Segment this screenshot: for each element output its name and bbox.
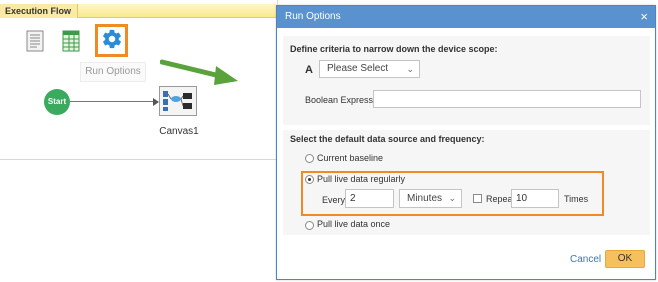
run-options-tooltip: Run Options bbox=[80, 62, 146, 82]
current-baseline-radio[interactable] bbox=[305, 154, 314, 163]
gear-icon bbox=[101, 28, 123, 53]
repeat-count-input[interactable]: 10 bbox=[511, 189, 559, 208]
execution-flow-tab[interactable]: Execution Flow bbox=[0, 4, 79, 18]
data-source-title: Select the default data source and frequ… bbox=[290, 134, 485, 144]
every-input[interactable]: 2 bbox=[345, 189, 394, 208]
pointer-arrow-icon bbox=[160, 59, 238, 85]
pull-live-once-radio[interactable] bbox=[305, 221, 314, 230]
device-scope-title: Define criteria to narrow down the devic… bbox=[290, 44, 498, 54]
boolean-expression-input[interactable] bbox=[373, 90, 641, 108]
cancel-button[interactable]: Cancel bbox=[570, 254, 601, 265]
times-label: Times bbox=[564, 194, 589, 204]
dialog-title: Run Options bbox=[277, 6, 655, 28]
run-options-button[interactable] bbox=[95, 24, 128, 57]
chevron-down-icon: ⌄ bbox=[406, 64, 414, 74]
current-baseline-label: Current baseline bbox=[317, 153, 384, 163]
ok-button[interactable]: OK bbox=[605, 250, 645, 268]
repeat-checkbox[interactable] bbox=[473, 194, 482, 203]
canvas-node[interactable] bbox=[159, 86, 197, 116]
spreadsheet-icon[interactable] bbox=[62, 30, 84, 54]
interval-unit-select[interactable]: Minutes ⌄ bbox=[399, 189, 462, 208]
document-icon[interactable] bbox=[26, 30, 48, 54]
criteria-letter: A bbox=[305, 64, 313, 76]
criteria-select[interactable]: Please Select ⌄ bbox=[319, 60, 420, 78]
run-options-dialog: Run Options × Define criteria to narrow … bbox=[276, 5, 656, 280]
flow-connector bbox=[70, 101, 154, 102]
close-icon[interactable]: × bbox=[640, 10, 648, 23]
flow-header-bar: Execution Flow bbox=[0, 4, 278, 18]
canvas-thumbnail-icon bbox=[163, 91, 192, 111]
every-label: Every: bbox=[322, 195, 348, 205]
pull-live-regularly-radio[interactable] bbox=[305, 175, 314, 184]
start-node[interactable]: Start bbox=[44, 89, 70, 115]
canvas-label: Canvas1 bbox=[159, 126, 199, 137]
interval-unit-value: Minutes bbox=[407, 193, 443, 204]
pull-live-once-label: Pull live data once bbox=[317, 219, 391, 229]
pull-live-regularly-label: Pull live data regularly bbox=[317, 174, 406, 184]
chevron-down-icon: ⌄ bbox=[448, 193, 456, 203]
criteria-select-value: Please Select bbox=[327, 63, 389, 74]
